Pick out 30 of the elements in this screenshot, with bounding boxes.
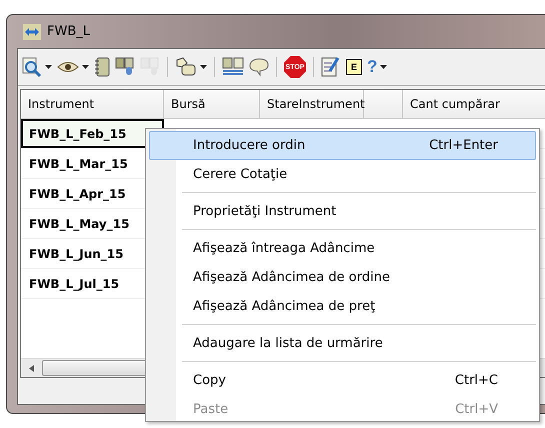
menu-item[interactable]: Adaugare la lista de urmărire <box>149 329 536 358</box>
speech-bubble-icon[interactable] <box>249 57 269 77</box>
eye-icon[interactable] <box>57 60 79 74</box>
search-icon[interactable] <box>22 57 42 77</box>
notebook-icon[interactable] <box>94 57 110 77</box>
column-header[interactable]: StareInstrument <box>260 90 364 118</box>
caret-icon[interactable] <box>200 65 207 69</box>
menu-item[interactable]: Afişează întreaga Adâncime <box>149 234 536 263</box>
column-header[interactable]: Cant cumpărar <box>402 90 545 118</box>
caret-icon[interactable] <box>45 65 52 69</box>
windows-icon[interactable] <box>115 57 135 77</box>
scroll-left-icon[interactable] <box>29 364 34 372</box>
menu-item[interactable]: Proprietăţi Instrument <box>149 197 536 226</box>
letter-icon[interactable]: E <box>346 59 362 75</box>
help-icon[interactable]: ? <box>367 57 378 77</box>
column-header[interactable]: Bursă <box>164 90 260 118</box>
menu-item[interactable]: Afişează Adâncimea de ordine <box>149 263 536 292</box>
menu-item[interactable]: Copy Ctrl+C <box>149 366 536 395</box>
menu-item[interactable]: Afişează Adâncimea de preţ <box>149 292 536 321</box>
table-cell[interactable]: FWB_L_Feb_15 <box>21 119 164 148</box>
menu-item[interactable]: Cerere Cotaţie <box>149 160 536 189</box>
menu-item[interactable]: Introducere ordin Ctrl+Enter <box>149 131 536 160</box>
checklist-icon[interactable] <box>321 56 341 78</box>
column-header[interactable]: Instrument <box>21 90 164 118</box>
shapes-icon[interactable] <box>175 57 197 77</box>
caret-icon[interactable] <box>82 65 89 69</box>
arrows-icon <box>23 24 41 40</box>
window-title: FWB_L <box>47 24 90 39</box>
layout-icon[interactable] <box>222 57 244 77</box>
caret-icon[interactable] <box>380 65 388 69</box>
